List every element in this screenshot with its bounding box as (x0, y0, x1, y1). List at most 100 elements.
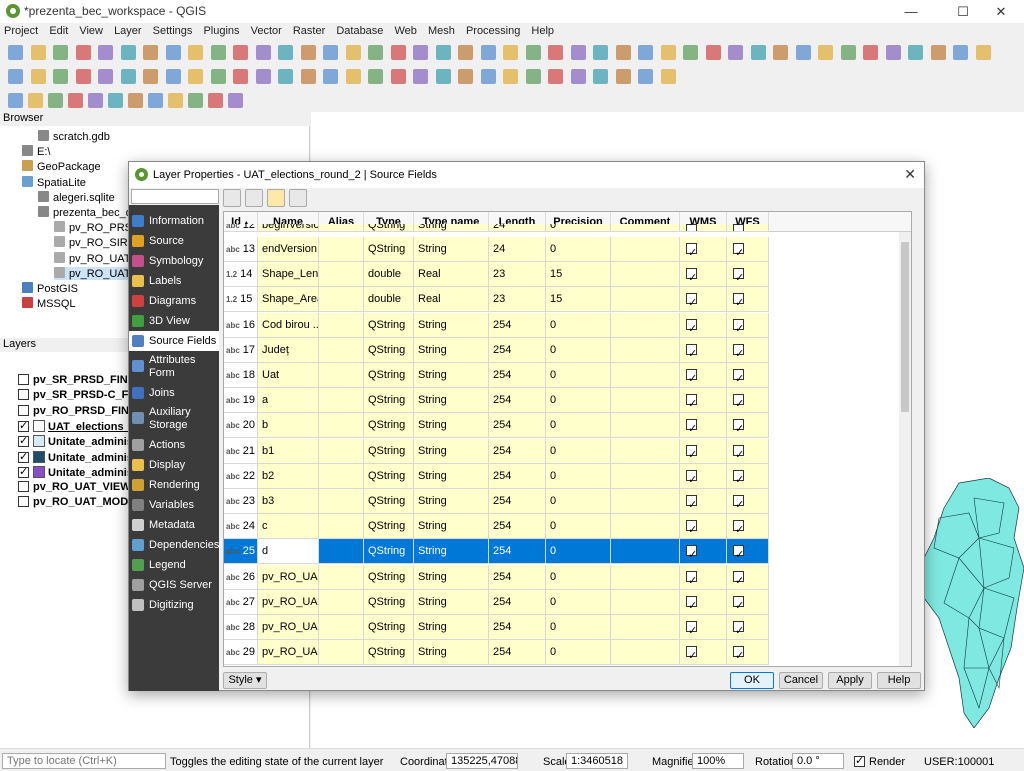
cell-typename[interactable]: Real (414, 287, 489, 313)
toolbar-tool-icon[interactable] (480, 69, 496, 84)
cell-typename[interactable]: String (414, 413, 489, 439)
toolbar-tool-icon[interactable] (228, 93, 243, 108)
cell-precision[interactable]: 0 (546, 564, 611, 590)
toolbar-tool-icon[interactable] (705, 45, 721, 60)
menu-vector[interactable]: Vector (247, 23, 286, 39)
sidebar-item-legend[interactable]: Legend (129, 555, 219, 575)
sidebar-item-dependencies[interactable]: Dependencies (129, 535, 219, 555)
toolbar-tool-icon[interactable] (143, 45, 158, 60)
sidebar-item-auxiliary-storage[interactable]: Auxiliary Storage (129, 403, 219, 435)
new-field-button[interactable] (223, 189, 241, 207)
cell-name[interactable]: Shape_Area (258, 287, 319, 313)
wms-checkbox[interactable] (686, 392, 697, 412)
cell-name[interactable]: b1 (258, 438, 319, 464)
cell-id[interactable]: abc 19 (224, 388, 258, 414)
table-row[interactable]: 1.2 15 Shape_Area double Real 23 15 (224, 287, 769, 313)
toolbar-tool-icon[interactable] (30, 69, 46, 84)
layer-item[interactable]: UAT_elections_ro (18, 419, 141, 434)
help-button[interactable]: Help (877, 672, 921, 689)
toolbar-tool-icon[interactable] (525, 69, 541, 84)
wms-checkbox[interactable] (686, 518, 697, 538)
toolbar-tool-icon[interactable] (108, 93, 123, 108)
cell-comment[interactable] (611, 539, 680, 565)
toolbar-tool-icon[interactable] (210, 45, 226, 60)
menu-plugins[interactable]: Plugins (199, 23, 243, 39)
cell-length[interactable]: 254 (489, 489, 546, 514)
layer-item[interactable]: Unitate_administ (18, 465, 137, 480)
cell-name[interactable]: c (258, 514, 319, 540)
cell-name[interactable]: Cod birou ... (258, 312, 319, 338)
toolbar-tool-icon[interactable] (908, 45, 923, 60)
wfs-checkbox[interactable] (733, 224, 744, 231)
toolbar-tool-icon[interactable] (120, 45, 136, 60)
toolbar-tool-icon[interactable] (390, 45, 406, 60)
toolbar-tool-icon[interactable] (98, 69, 113, 84)
cell-alias[interactable] (319, 615, 364, 640)
toolbar-tool-icon[interactable] (413, 45, 428, 60)
table-row[interactable]: abc27 pv_RO_UA11 QString String 254 0 (224, 589, 769, 615)
layer-visibility-checkbox[interactable] (18, 419, 29, 432)
menu-processing[interactable]: Processing (462, 23, 524, 39)
toolbar-tool-icon[interactable] (165, 45, 181, 60)
cell-name[interactable]: pv_RO_UA13 (258, 640, 319, 666)
wms-checkbox[interactable] (686, 443, 697, 463)
toolbar-tool-icon[interactable] (773, 45, 788, 60)
cell-alias[interactable] (319, 463, 364, 489)
layer-visibility-checkbox[interactable] (18, 404, 29, 416)
cell-precision[interactable]: 0 (546, 363, 611, 388)
toolbar-tool-icon[interactable] (638, 69, 653, 84)
ok-button[interactable]: OK (730, 672, 774, 689)
toolbar-tool-icon[interactable] (233, 45, 248, 60)
cell-length[interactable]: 254 (489, 640, 546, 666)
cell-id[interactable]: abc 18 (224, 363, 258, 388)
table-row[interactable]: abc 24 c QString String 254 0 (224, 514, 769, 540)
toolbar-tool-icon[interactable] (795, 45, 811, 60)
cell-id[interactable]: abc 26 (224, 564, 258, 590)
cell-alias[interactable] (319, 337, 364, 363)
close-button[interactable]: ✕ (978, 2, 1024, 22)
wms-checkbox[interactable] (686, 266, 697, 286)
cell-id[interactable]: 1.2 14 (224, 262, 258, 288)
cell-comment[interactable] (611, 489, 680, 514)
toolbar-tool-icon[interactable] (188, 93, 203, 108)
cell-comment[interactable] (611, 589, 680, 615)
toolbar-tool-icon[interactable] (840, 45, 856, 60)
sidebar-item-information[interactable]: Information (129, 211, 219, 231)
toolbar-tool-icon[interactable] (930, 45, 946, 60)
layer-item[interactable]: pv_RO_UAT_MOD (18, 496, 128, 510)
cell-comment[interactable] (611, 438, 680, 464)
coordinate-field[interactable]: 135225,470883 (446, 753, 518, 769)
cell-comment[interactable] (611, 363, 680, 388)
toolbar-tool-icon[interactable] (143, 69, 158, 84)
toolbar-tool-icon[interactable] (30, 45, 46, 60)
wfs-checkbox[interactable] (733, 543, 744, 563)
cell-qtype[interactable]: QString (364, 489, 414, 514)
sidebar-item-metadata[interactable]: Metadata (129, 515, 219, 535)
cell-typename[interactable]: String (414, 438, 489, 464)
table-row[interactable]: 1.2 14 Shape_Leng double Real 23 15 (224, 262, 769, 288)
cell-alias[interactable] (319, 489, 364, 514)
cell-id[interactable]: abc 22 (224, 463, 258, 489)
sidebar-item-digitizing[interactable]: Digitizing (129, 595, 219, 615)
wfs-checkbox[interactable] (733, 594, 744, 614)
cell-id[interactable]: abc 20 (224, 413, 258, 439)
cancel-button[interactable]: Cancel (779, 672, 823, 689)
cell-qtype[interactable]: double (364, 287, 414, 313)
cell-length[interactable]: 254 (489, 514, 546, 540)
layer-item[interactable]: pv_RO_UAT_VIEW [3 (18, 481, 143, 495)
toolbar-tool-icon[interactable] (480, 45, 496, 60)
cell-precision[interactable]: 0 (546, 224, 611, 232)
toolbar-tool-icon[interactable] (208, 93, 223, 108)
cell-precision[interactable]: 0 (546, 438, 611, 464)
rotation-field[interactable]: 0.0 ° (792, 753, 844, 769)
toolbar-tool-icon[interactable] (525, 45, 541, 60)
cell-id[interactable]: abc 12 (224, 224, 258, 232)
toolbar-tool-icon[interactable] (300, 69, 316, 84)
toolbar-tool-icon[interactable] (975, 45, 991, 60)
cell-comment[interactable] (611, 564, 680, 590)
toolbar-tool-icon[interactable] (683, 45, 698, 60)
cell-comment[interactable] (611, 312, 680, 338)
cell-precision[interactable]: 0 (546, 514, 611, 540)
cell-alias[interactable] (319, 363, 364, 388)
cell-comment[interactable] (611, 287, 680, 313)
